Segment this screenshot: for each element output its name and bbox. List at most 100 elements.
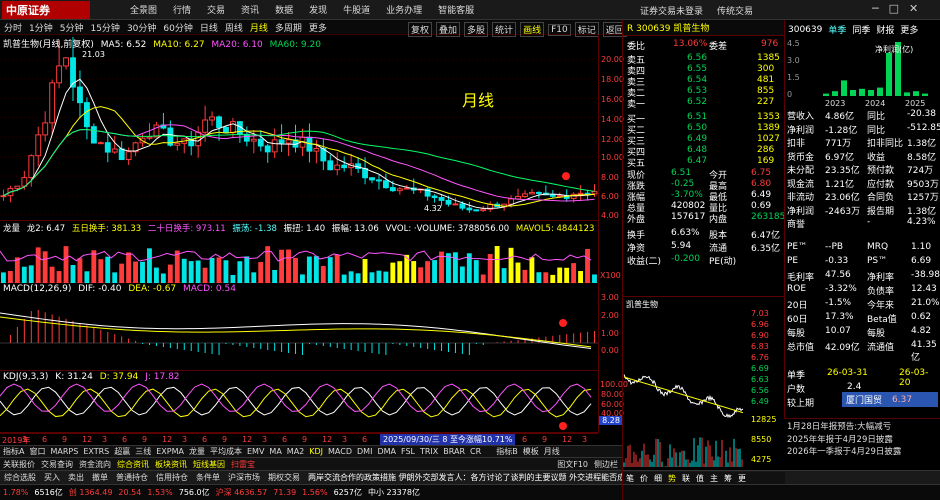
news-item[interactable]: 2026年一季报于4月29日披露 xyxy=(787,446,937,459)
tab-fsl[interactable]: FSL xyxy=(401,447,415,456)
menu-quanjingtu[interactable]: 全景图 xyxy=(130,3,157,16)
menu-zixun[interactable]: 资讯 xyxy=(241,3,259,16)
orderbook-row[interactable]: 外盘 157617 内盘 263185 xyxy=(623,212,785,225)
mini-tab[interactable]: 联 xyxy=(682,473,690,484)
orderbook-row[interactable]: 卖二 6.53 855 xyxy=(623,86,785,99)
tab-macd[interactable]: MACD xyxy=(328,447,352,456)
menu-niugudao[interactable]: 牛股道 xyxy=(343,3,370,16)
period-multi[interactable]: 多周期 xyxy=(275,21,302,34)
menu-faxian[interactable]: 发现 xyxy=(309,3,327,16)
tab-brar[interactable]: BRAR xyxy=(443,447,465,456)
tab-dmi[interactable]: DMI xyxy=(357,447,372,456)
f10-button[interactable]: F10 xyxy=(548,23,571,36)
nav-holdings[interactable]: 普通持仓 xyxy=(116,472,148,483)
tab-window[interactable]: 窗口 xyxy=(29,446,45,457)
minimize-icon[interactable]: ─ xyxy=(872,2,879,15)
macd-pane[interactable]: MACD(12,26,9) DIF: -0.40 DEA: -0.67 MACD… xyxy=(0,283,598,371)
maximize-icon[interactable]: □ xyxy=(889,2,899,15)
stock-title[interactable]: R 300639 凯普生物 xyxy=(623,20,785,36)
tab-ma[interactable]: MA xyxy=(269,447,281,456)
period-monthly[interactable]: 月线 xyxy=(250,21,268,34)
nav-cancel[interactable]: 撤单 xyxy=(92,472,108,483)
tab-dma[interactable]: DMA xyxy=(377,447,396,456)
period-15min[interactable]: 15分钟 xyxy=(90,21,119,34)
period-fenshi[interactable]: 分时 xyxy=(4,21,22,34)
orderbook-row[interactable]: 买一 6.51 1353 xyxy=(623,112,785,125)
mini-tab[interactable]: 值 xyxy=(696,473,704,484)
menu-kefu[interactable]: 智能客服 xyxy=(438,3,474,16)
news-panel[interactable]: 1月28日年报预告:大幅减亏 2025年年报于4月29日披露 2026年一季报于… xyxy=(784,418,940,470)
tab-avgcost[interactable]: 平均成本 xyxy=(210,446,242,457)
close-icon[interactable]: ✕ xyxy=(909,2,918,15)
mini-tab[interactable]: 势 xyxy=(668,473,676,484)
menu-yewu[interactable]: 业务办理 xyxy=(386,3,422,16)
orderbook-row[interactable]: 委比 13.06% 委差 976 xyxy=(623,39,785,52)
tab-trade-query[interactable]: 交易查询 xyxy=(41,459,73,470)
orderbook-row[interactable]: 收益(二) -0.200 PE(动) xyxy=(623,254,785,267)
volume-pane[interactable]: 龙量 龙2: 6.47 五日换手: 381.33 二十日换手: 973.11 振… xyxy=(0,221,598,283)
nav-credit-holdings[interactable]: 信用持仓 xyxy=(156,472,188,483)
candlestick-chart[interactable] xyxy=(0,35,598,221)
orderbook-row[interactable]: 涨跌 -0.25 最高 6.80 xyxy=(623,179,785,192)
orderbook-row[interactable]: 总量 420802 量比 0.69 xyxy=(623,201,785,214)
tab-template[interactable]: 模板 xyxy=(523,446,539,457)
tab-expma[interactable]: EXPMA xyxy=(156,447,184,456)
tab-kdj[interactable]: KDJ xyxy=(309,447,323,456)
menu-hangqing[interactable]: 行情 xyxy=(173,3,191,16)
orderbook-row[interactable]: 买五 6.47 169 xyxy=(623,156,785,169)
tab-trix[interactable]: TRIX xyxy=(420,447,438,456)
nav-conditional[interactable]: 条件单 xyxy=(196,472,220,483)
period-1min[interactable]: 1分钟 xyxy=(29,21,53,34)
tab-emv[interactable]: EMV xyxy=(247,447,264,456)
nav-buy[interactable]: 买入 xyxy=(44,472,60,483)
mini-tab[interactable]: 价 xyxy=(640,473,648,484)
period-60min[interactable]: 60分钟 xyxy=(163,21,192,34)
tab-indicator-b[interactable]: 指标B xyxy=(496,446,518,457)
tab-sanxian[interactable]: 三线 xyxy=(135,446,151,457)
orderbook-row[interactable]: 卖三 6.54 481 xyxy=(623,75,785,88)
stock-popup[interactable]: 厦门国贸 6.37 xyxy=(842,392,938,407)
tab-marps[interactable]: MARPS xyxy=(50,447,78,456)
tab-short-gene[interactable]: 短线基因 xyxy=(193,459,225,470)
orderbook-row[interactable]: 涨幅 -3.70% 最低 6.49 xyxy=(623,190,785,203)
mini-tab[interactable]: 细 xyxy=(654,473,662,484)
orderbook-row[interactable]: 净资 5.94 流通 6.35亿 xyxy=(623,241,785,254)
trade-mode[interactable]: 传统交易 xyxy=(717,4,753,17)
kdj-pane[interactable]: KDJ(9,3,3) K: 31.24 D: 37.94 J: 17.82 xyxy=(0,371,598,433)
menu-jiaoyi[interactable]: 交易 xyxy=(207,3,225,16)
period-5min[interactable]: 5分钟 xyxy=(60,21,84,34)
period-daily[interactable]: 日线 xyxy=(200,21,218,34)
tab-f10[interactable]: 图文F10 xyxy=(557,459,588,470)
tab-indicator-a[interactable]: 指标A xyxy=(3,446,24,457)
orderbook-row[interactable]: 卖一 6.52 227 xyxy=(623,97,785,110)
nav-options[interactable]: 期权交易 xyxy=(268,472,300,483)
macd-chart[interactable] xyxy=(0,283,598,371)
mini-tab[interactable]: 筹 xyxy=(724,473,732,484)
menu-shuju[interactable]: 数据 xyxy=(275,3,293,16)
orderbook-row[interactable]: 卖四 6.55 300 xyxy=(623,64,785,77)
mini-tab[interactable]: 更 xyxy=(738,473,746,484)
tab-saoleibao[interactable]: 扫雷宝 xyxy=(231,459,255,470)
orderbook-row[interactable]: 买四 6.48 286 xyxy=(623,145,785,158)
tab-chaoying[interactable]: 超赢 xyxy=(114,446,130,457)
tab-longliang[interactable]: 龙量 xyxy=(189,446,205,457)
tab-sector-news[interactable]: 板块资讯 xyxy=(155,459,187,470)
tab-news[interactable]: 综合资讯 xyxy=(117,459,149,470)
orderbook-row[interactable]: 现价 6.51 今开 6.75 xyxy=(623,168,785,181)
tab-period[interactable]: 月线 xyxy=(544,446,560,457)
nav-stock-pick[interactable]: 综合选股 xyxy=(4,472,36,483)
news-scroller[interactable]: 两岸交流合作的政策措施 伊朗外交部发言人：各方讨论了谈判的主要议题 外交进程能否… xyxy=(308,472,641,483)
tab-cr[interactable]: CR xyxy=(470,447,481,456)
mini-tab[interactable]: 笔 xyxy=(626,473,634,484)
period-30min[interactable]: 30分钟 xyxy=(127,21,156,34)
tab-ma2[interactable]: MA2 xyxy=(287,447,304,456)
nav-market[interactable]: 沪深市场 xyxy=(228,472,260,483)
tab-fund-flow[interactable]: 资金流向 xyxy=(79,459,111,470)
orderbook-row[interactable]: 换手 6.63% 股本 6.47亿 xyxy=(623,228,785,241)
news-item[interactable]: 1月28日年报预告:大幅减亏 xyxy=(787,421,937,434)
nav-sell[interactable]: 卖出 xyxy=(68,472,84,483)
tab-sidebar[interactable]: 侧边栏 xyxy=(594,459,622,470)
period-more[interactable]: 更多 xyxy=(309,21,327,34)
tab-extrs[interactable]: EXTRS xyxy=(83,447,109,456)
intraday-mini-chart[interactable]: 凯普生物 7.03 6.96 6.90 6.83 6.76 6.69 6.63 6.56 6.4… xyxy=(623,296,785,472)
